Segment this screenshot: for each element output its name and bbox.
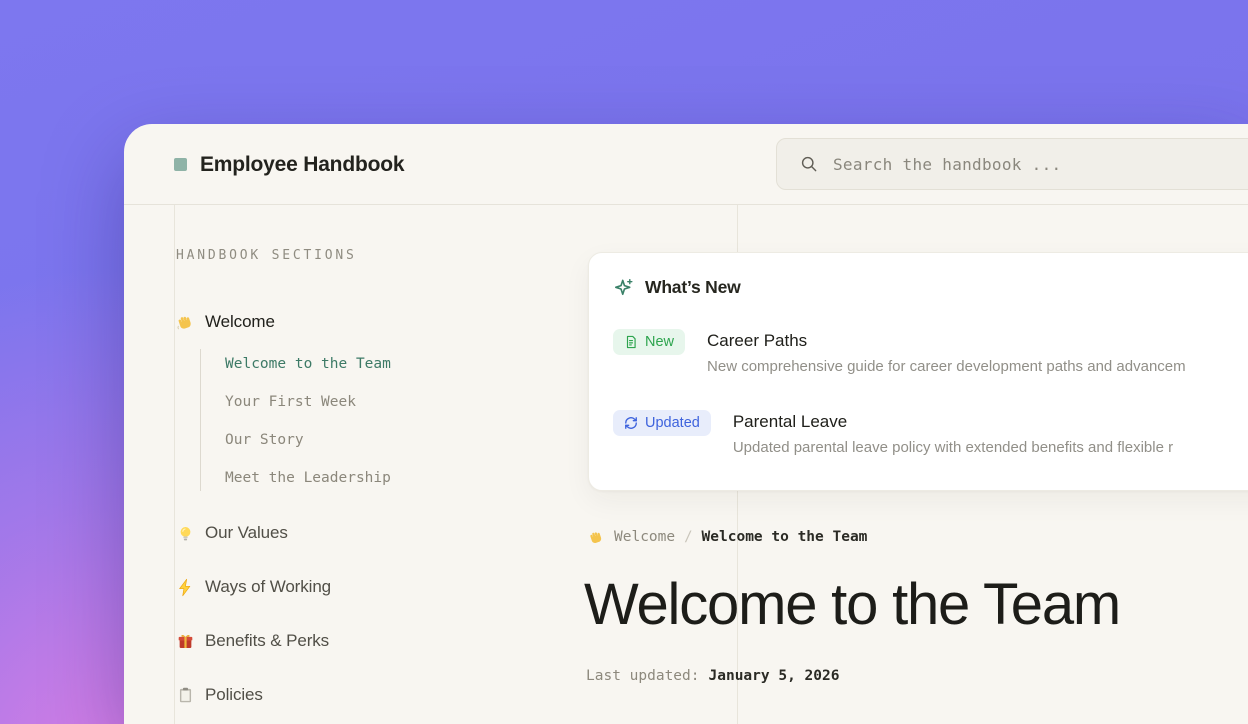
sidebar-subitem-meet-the-leadership[interactable]: Meet the Leadership xyxy=(225,468,391,488)
breadcrumb: Welcome / Welcome to the Team xyxy=(588,526,867,548)
refresh-icon xyxy=(624,416,638,430)
breadcrumb-separator: / xyxy=(684,529,692,545)
entry-text: Career Paths New comprehensive guide for… xyxy=(707,329,1186,377)
whats-new-card: What’s New New Career Paths New comprehe… xyxy=(588,252,1248,491)
gift-icon xyxy=(176,632,195,651)
updated-badge: Updated xyxy=(613,410,711,436)
last-updated-label: Last updated: xyxy=(586,668,700,684)
search-icon xyxy=(799,154,819,174)
light-bulb-icon xyxy=(176,524,195,543)
whats-new-header: What’s New xyxy=(613,277,741,298)
last-updated-value: January 5, 2026 xyxy=(709,668,840,684)
breadcrumb-section-link[interactable]: Welcome xyxy=(614,529,675,545)
brand[interactable]: Employee Handbook xyxy=(174,124,404,205)
brand-logo xyxy=(174,158,187,171)
entry-text: Parental Leave Updated parental leave po… xyxy=(733,410,1173,458)
sidebar-item-label: Policies xyxy=(205,685,263,705)
entry-title: Parental Leave xyxy=(733,410,1173,434)
sidebar-item-label: Our Values xyxy=(205,523,288,543)
screen: Employee Handbook HANDBOOK SECTIONS xyxy=(0,0,1248,724)
entry-title: Career Paths xyxy=(707,329,1186,353)
badge-label: New xyxy=(645,334,674,350)
whats-new-entry-career-paths[interactable]: New Career Paths New comprehensive guide… xyxy=(613,329,1248,377)
lightning-bolt-icon xyxy=(176,578,195,597)
document-icon xyxy=(624,335,638,349)
app-window: Employee Handbook HANDBOOK SECTIONS xyxy=(124,124,1248,724)
new-badge: New xyxy=(613,329,685,355)
sidebar-item-label: Welcome xyxy=(205,312,275,332)
sidebar-section-label: HANDBOOK SECTIONS xyxy=(176,248,357,263)
sidebar-item-our-values[interactable]: Our Values xyxy=(176,520,288,546)
sidebar-subsection-welcome: Welcome to the Team Your First Week Our … xyxy=(200,349,540,491)
sidebar-subitem-our-story[interactable]: Our Story xyxy=(225,430,304,450)
clipboard-icon xyxy=(176,686,195,705)
sidebar-item-label: Benefits & Perks xyxy=(205,631,329,651)
last-updated: Last updated: January 5, 2026 xyxy=(586,666,839,686)
grid-line-left xyxy=(174,205,175,724)
waving-hand-icon xyxy=(588,529,605,546)
app-header: Employee Handbook xyxy=(124,124,1248,205)
badge-label: Updated xyxy=(645,415,700,431)
search-box[interactable] xyxy=(776,138,1248,190)
sidebar-item-ways-of-working[interactable]: Ways of Working xyxy=(176,574,331,600)
sparkles-icon xyxy=(613,277,634,298)
entry-description: Updated parental leave policy with exten… xyxy=(733,437,1173,458)
breadcrumb-current-page[interactable]: Welcome to the Team xyxy=(702,529,868,545)
whats-new-entry-parental-leave[interactable]: Updated Parental Leave Updated parental … xyxy=(613,410,1248,458)
sidebar-item-label: Ways of Working xyxy=(205,577,331,597)
sidebar-item-welcome[interactable]: Welcome xyxy=(176,309,275,335)
entry-description: New comprehensive guide for career devel… xyxy=(707,356,1186,377)
page-title: Welcome to the Team xyxy=(584,574,1120,636)
search-input[interactable] xyxy=(833,155,1248,174)
sidebar-subitem-your-first-week[interactable]: Your First Week xyxy=(225,392,356,412)
app-title: Employee Handbook xyxy=(200,153,404,177)
whats-new-title: What’s New xyxy=(645,277,741,298)
waving-hand-icon xyxy=(176,313,195,332)
sidebar-subitem-welcome-to-the-team[interactable]: Welcome to the Team xyxy=(225,354,391,374)
sidebar-item-benefits-perks[interactable]: Benefits & Perks xyxy=(176,628,329,654)
sidebar-item-policies[interactable]: Policies xyxy=(176,682,263,708)
